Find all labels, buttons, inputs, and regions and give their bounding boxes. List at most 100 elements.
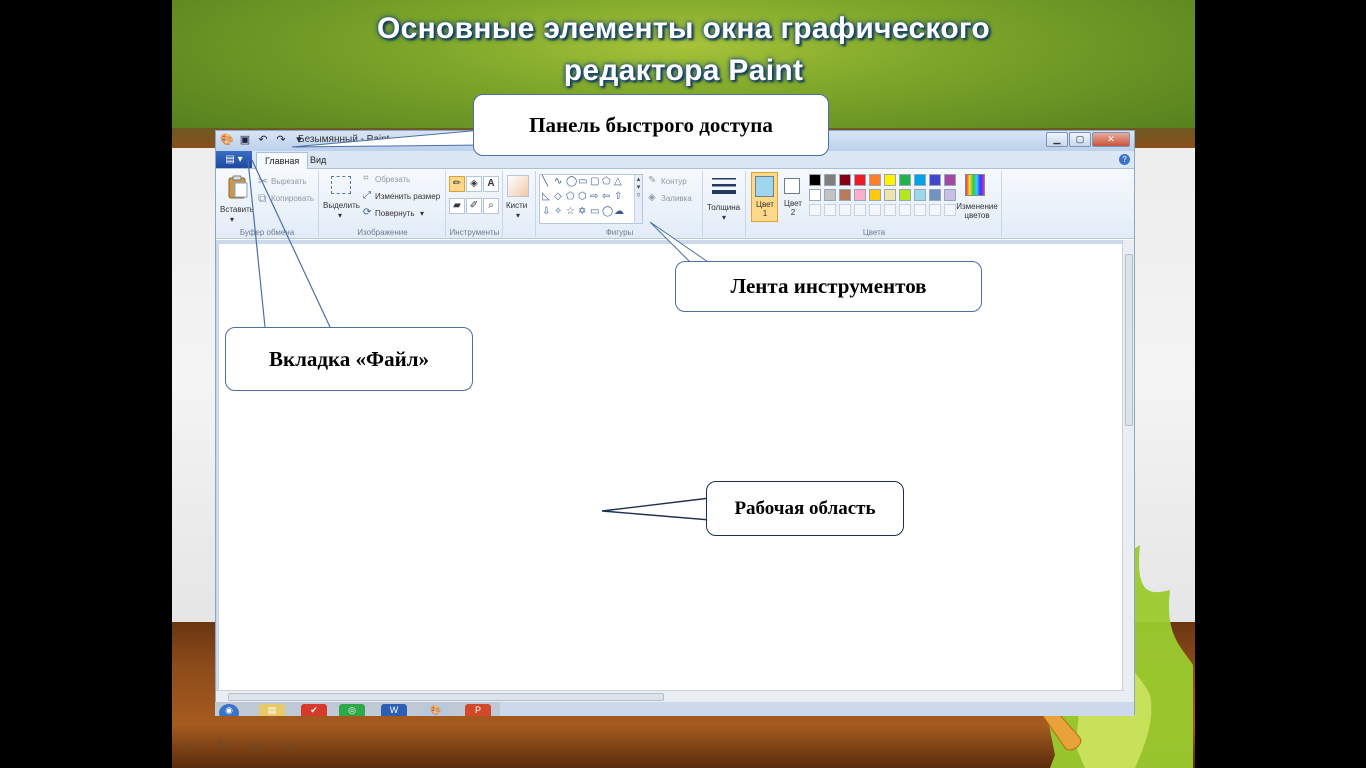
resize-button[interactable]: Изменить размер: [375, 192, 440, 201]
copy-button[interactable]: Копировать: [271, 194, 314, 203]
custom-color-slot[interactable]: [899, 204, 911, 216]
pencil-icon[interactable]: ✏: [449, 176, 465, 192]
color-picker-icon[interactable]: ✐: [466, 198, 482, 214]
vertical-scroll-thumb[interactable]: [1125, 254, 1133, 426]
rectangle-shape-icon[interactable]: ▭: [578, 176, 587, 188]
horizontal-scrollbar[interactable]: [216, 690, 1124, 702]
callout-rect-shape-icon[interactable]: ▭: [590, 206, 599, 218]
rounded-rectangle-shape-icon[interactable]: ▢: [590, 176, 599, 188]
cut-button[interactable]: Вырезать: [271, 177, 307, 186]
palette-swatch[interactable]: [869, 189, 881, 201]
star5-shape-icon[interactable]: ☆: [566, 206, 575, 218]
palette-swatch[interactable]: [944, 189, 956, 201]
right-triangle-shape-icon[interactable]: ◺: [542, 191, 550, 203]
palette-swatch[interactable]: [839, 174, 851, 186]
redo-icon[interactable]: ↷: [274, 133, 288, 147]
palette-swatch[interactable]: [914, 174, 926, 186]
save-icon[interactable]: ▣: [238, 133, 252, 147]
custom-color-slot[interactable]: [929, 204, 941, 216]
horizontal-scroll-thumb[interactable]: [228, 693, 664, 701]
pentagon-shape-icon[interactable]: ⬠: [566, 191, 575, 203]
powerpoint-taskbar-icon[interactable]: P: [465, 704, 491, 716]
palette-swatch[interactable]: [854, 189, 866, 201]
shapes-gallery[interactable]: ╲ ∿ ◯ ▭ ▢ ⬠ △ ◺ ◇ ⬠ ⬡ ⇨ ⇦ ⇧ ⇩ ✧ ☆ ✡ ▭ ◯ …: [539, 174, 643, 224]
select-dropdown-icon[interactable]: ▾: [338, 211, 342, 220]
palette-swatch[interactable]: [899, 189, 911, 201]
polygon-shape-icon[interactable]: ⬠: [602, 176, 611, 188]
palette-swatch[interactable]: [839, 189, 851, 201]
palette-swatch[interactable]: [899, 174, 911, 186]
explorer-taskbar-icon[interactable]: ▤: [259, 704, 285, 716]
shapes-scroll-icon[interactable]: ▴ ▾ ▿: [634, 175, 642, 223]
tab-home[interactable]: Главная: [256, 152, 309, 169]
size-button[interactable]: Толщина: [707, 203, 740, 212]
app-taskbar-icon[interactable]: ✔: [301, 704, 327, 716]
paint-taskbar-icon[interactable]: 🎨: [423, 704, 449, 716]
tab-view[interactable]: Вид: [302, 152, 334, 169]
fill-icon[interactable]: ◈: [466, 176, 482, 192]
custom-color-slot[interactable]: [824, 204, 836, 216]
minimize-button[interactable]: ▁: [1046, 132, 1068, 147]
edit-colors-button[interactable]: Изменение цветов: [952, 202, 1002, 220]
undo-icon[interactable]: ↶: [256, 133, 270, 147]
palette-swatch[interactable]: [809, 189, 821, 201]
arrow-left-shape-icon[interactable]: ⇦: [602, 191, 610, 203]
drawing-canvas[interactable]: [219, 244, 1123, 693]
previous-slide-icon[interactable]: ⇦: [178, 738, 198, 756]
crop-button[interactable]: Обрезать: [375, 175, 410, 184]
custom-color-slot[interactable]: [809, 204, 821, 216]
file-tab[interactable]: ▤ ▾: [216, 151, 252, 168]
palette-swatch[interactable]: [929, 189, 941, 201]
palette-swatch[interactable]: [884, 189, 896, 201]
fill-button[interactable]: Заливка: [661, 194, 692, 203]
palette-swatch[interactable]: [854, 174, 866, 186]
star6-shape-icon[interactable]: ✡: [578, 206, 586, 218]
oval-shape-icon[interactable]: ◯: [566, 176, 577, 188]
diamond-shape-icon[interactable]: ◇: [554, 191, 562, 203]
palette-swatch[interactable]: [824, 189, 836, 201]
palette-swatch[interactable]: [869, 174, 881, 186]
palette-swatch[interactable]: [809, 174, 821, 186]
color2-selector[interactable]: Цвет 2: [781, 172, 805, 222]
text-icon[interactable]: A: [483, 176, 499, 192]
outline-button[interactable]: Контур: [661, 177, 687, 186]
triangle-shape-icon[interactable]: △: [614, 176, 622, 188]
custom-color-slot[interactable]: [869, 204, 881, 216]
paste-dropdown-icon[interactable]: ▾: [230, 215, 234, 224]
next-slide-icon[interactable]: ⇨: [280, 738, 300, 756]
start-button-icon[interactable]: ◉: [219, 704, 239, 716]
close-button[interactable]: ✕: [1092, 132, 1130, 147]
brushes-dropdown-icon[interactable]: ▾: [516, 211, 520, 220]
palette-swatch[interactable]: [884, 174, 896, 186]
select-button[interactable]: Выделить: [323, 201, 360, 210]
custom-color-slot[interactable]: [839, 204, 851, 216]
arrow-up-shape-icon[interactable]: ⇧: [614, 191, 622, 203]
word-taskbar-icon[interactable]: W: [381, 704, 407, 716]
custom-color-slot[interactable]: [914, 204, 926, 216]
star4-shape-icon[interactable]: ✧: [554, 206, 562, 218]
maximize-button[interactable]: ▢: [1069, 132, 1091, 147]
hexagon-shape-icon[interactable]: ⬡: [578, 191, 587, 203]
paint-app-icon[interactable]: 🎨: [220, 133, 234, 147]
brushes-button[interactable]: Кисти: [506, 201, 527, 210]
callout-oval-shape-icon[interactable]: ◯: [602, 206, 613, 218]
rotate-button[interactable]: Повернуть: [375, 209, 415, 218]
arrow-right-shape-icon[interactable]: ⇨: [590, 191, 598, 203]
paste-button[interactable]: Вставить: [220, 205, 254, 214]
magnifier-icon[interactable]: ⌕: [483, 198, 499, 214]
color1-selector[interactable]: Цвет 1: [751, 172, 778, 222]
curve-shape-icon[interactable]: ∿: [554, 176, 562, 188]
arrow-down-shape-icon[interactable]: ⇩: [542, 206, 550, 218]
custom-color-slot[interactable]: [884, 204, 896, 216]
eraser-icon[interactable]: ▰: [449, 198, 465, 214]
palette-swatch[interactable]: [944, 174, 956, 186]
rotate-dropdown-icon[interactable]: ▾: [420, 209, 424, 218]
palette-swatch[interactable]: [914, 189, 926, 201]
palette-swatch[interactable]: [824, 174, 836, 186]
slide-menu-icon[interactable]: ▭: [246, 738, 266, 756]
line-shape-icon[interactable]: ╲: [542, 176, 548, 188]
help-icon[interactable]: ?: [1119, 154, 1130, 165]
callout-cloud-shape-icon[interactable]: ☁: [614, 206, 624, 218]
pen-icon[interactable]: ✎: [212, 738, 232, 756]
palette-swatch[interactable]: [929, 174, 941, 186]
